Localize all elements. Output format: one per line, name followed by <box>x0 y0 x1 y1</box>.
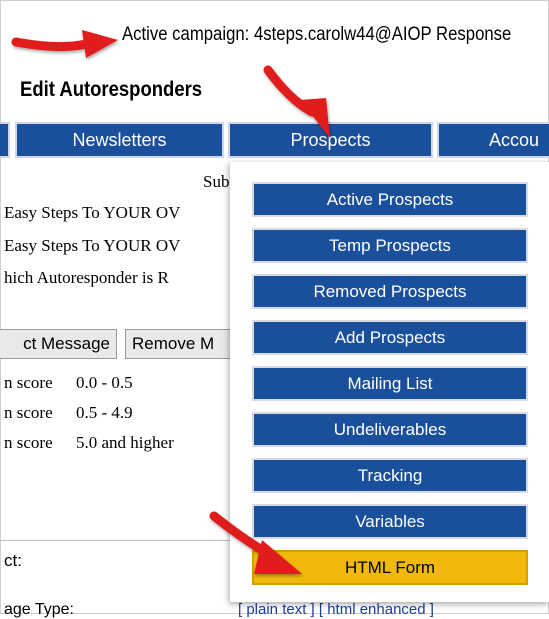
arrow-icon <box>209 511 302 574</box>
arrow-icon <box>11 30 118 58</box>
annotation-arrows <box>11 30 330 574</box>
arrow-icon <box>263 65 330 138</box>
